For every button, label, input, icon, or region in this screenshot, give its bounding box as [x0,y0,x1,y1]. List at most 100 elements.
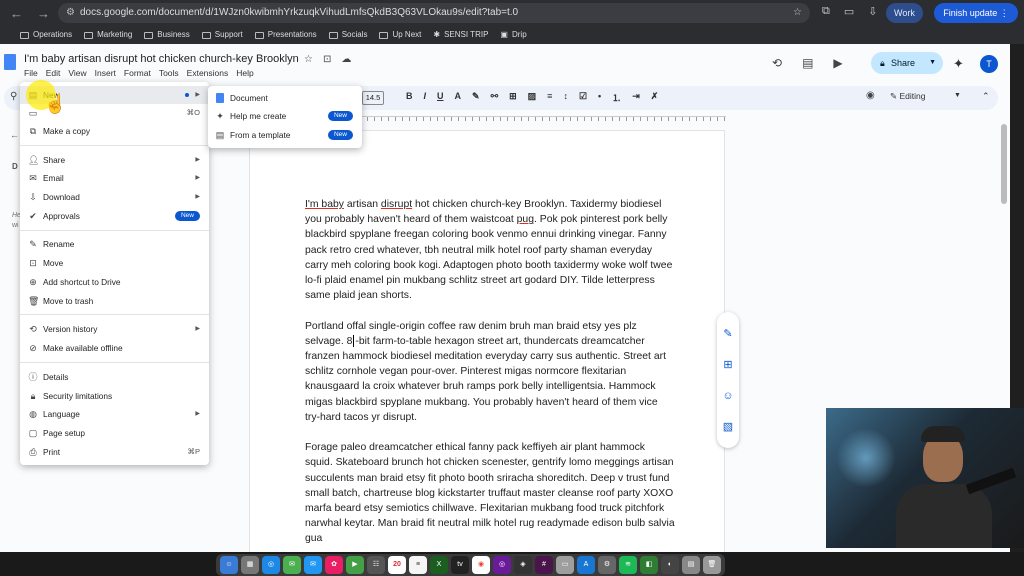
bookmark-folder[interactable]: Socials [328,26,367,44]
menu-item-print[interactable]: ⎙ Print ⌘P [20,443,209,461]
downloads-icon[interactable]: ⇩ [868,5,877,18]
shortcuts-icon[interactable]: ◧ [640,556,658,574]
app-store-icon[interactable]: A [577,556,595,574]
submenu-item-document[interactable]: Document [208,89,362,107]
chevron-down-icon[interactable]: ▼ [954,92,961,99]
vertical-scrollbar[interactable] [1001,124,1007,204]
magic-edit-icon[interactable]: ✎ [723,327,732,340]
comments-icon[interactable]: ▤ [802,56,813,70]
contacts-icon[interactable]: ☷ [367,556,385,574]
history-icon[interactable]: ⟲ [772,56,782,70]
davinci-icon[interactable]: ◈ [514,556,532,574]
menu-view[interactable]: View [68,68,86,78]
submenu-item-template[interactable]: ▤ From a template New [208,126,362,144]
apple-tv-icon[interactable]: tv [451,556,469,574]
menu-item-move-trash[interactable]: 🗑︎ Move to trash [20,292,209,310]
menu-edit[interactable]: Edit [46,68,61,78]
forward-icon[interactable]: → [37,6,50,22]
add-comment-icon[interactable]: ⊞ [509,91,517,104]
mail-icon[interactable]: ✉ [304,556,322,574]
chevron-up-icon[interactable]: ⌃ [982,91,990,102]
menu-item-offline[interactable]: ⊘ Make available offline [20,339,209,357]
meet-icon[interactable]: ▶ [833,56,842,70]
bookmark-folder[interactable]: Marketing [84,26,132,44]
slack-icon[interactable]: # [535,556,553,574]
facetime-icon[interactable]: ▶ [346,556,364,574]
site-settings-icon[interactable]: ⚙ [66,3,75,23]
submenu-item-help-create[interactable]: ✦ Help me create New [208,107,362,125]
cast-icon[interactable]: ▭ [844,5,854,18]
bookmark-star-icon[interactable]: ☆ [793,3,802,23]
back-icon[interactable]: ← [10,6,23,22]
notes-icon[interactable]: ≡ [409,556,427,574]
docs-logo-icon[interactable] [4,54,16,70]
cloud-status-icon[interactable]: ☁ [341,54,351,65]
podcasts-icon[interactable]: ◎ [493,556,511,574]
text-color-icon[interactable]: A [455,91,462,104]
editing-mode-dropdown[interactable]: ✎ Editing [890,91,925,102]
menu-item-approvals[interactable]: ✔ Approvals New [20,207,209,225]
bookmark-folder[interactable]: Up Next [379,26,421,44]
menu-item-security[interactable]: 🔒︎ Security limitations [20,387,209,405]
calendar-icon[interactable]: 20 [388,556,406,574]
highlight-icon[interactable]: ✎ [472,91,480,104]
italic-icon[interactable]: I [424,91,427,104]
bold-icon[interactable]: B [406,91,413,104]
photos-icon[interactable]: ✿ [325,556,343,574]
menu-format[interactable]: Format [124,68,151,78]
link-icon[interactable]: ⚯ [491,91,499,104]
settings-icon[interactable]: ⚙ [598,556,616,574]
url-bar[interactable]: ⚙ docs.google.com/document/d/1WJzn0kwibm… [58,3,810,23]
finish-update-button[interactable]: Finish update ⋮ [934,3,1018,23]
menu-insert[interactable]: Insert [95,68,116,78]
excel-icon[interactable]: X [430,556,448,574]
misspelled-word[interactable]: I'm baby [305,199,344,210]
chrome-icon[interactable]: ◉ [472,556,490,574]
bookmark-folder[interactable]: Operations [20,26,72,44]
bookmark-folder[interactable]: Business [144,26,190,44]
menu-help[interactable]: Help [236,68,253,78]
clear-format-icon[interactable]: ✗ [651,91,659,104]
image-icon[interactable]: ▨ [528,91,537,104]
menu-item-details[interactable]: ⓘ Details [20,368,209,386]
launchpad-icon[interactable]: ▦ [241,556,259,574]
numbered-list-icon[interactable]: ⒈ [612,91,621,104]
suggest-edit-icon[interactable]: ▧ [723,420,733,433]
finder-icon[interactable]: ☺ [220,556,238,574]
font-size-input[interactable]: 14.5 [362,91,384,105]
preview-icon[interactable]: ▭ [556,556,574,574]
gemini-icon[interactable]: ✦ [953,56,964,72]
bookmark-link[interactable]: ✱ SENSI TRIP [433,26,488,44]
line-spacing-icon[interactable]: ↕ [563,91,568,104]
safari-icon[interactable]: ◎ [262,556,280,574]
menu-item-version-history[interactable]: ⟲ Version history ▶ [20,320,209,338]
menu-item-add-shortcut[interactable]: ⊕ Add shortcut to Drive [20,273,209,291]
menu-item-language[interactable]: ◍ Language ▶ [20,405,209,423]
menu-item-rename[interactable]: ✎ Rename [20,235,209,253]
star-icon[interactable]: ☆ [304,54,313,65]
search-icon[interactable]: ⚲ [10,91,17,102]
document-title[interactable]: I'm baby artisan disrupt hot chicken chu… [24,53,299,65]
menu-item-move[interactable]: ⊡ Move [20,254,209,272]
underline-icon[interactable]: U [437,91,444,104]
downloads-folder-icon[interactable]: ▤ [682,556,700,574]
extension-icon[interactable]: ⧉ [822,5,830,18]
misspelled-word[interactable]: disrupt [381,199,412,210]
menu-tools[interactable]: Tools [159,68,179,78]
menu-extensions[interactable]: Extensions [187,68,229,78]
align-icon[interactable]: ≡ [547,91,552,104]
trash-icon[interactable]: 🗑︎ [703,556,721,574]
bookmark-folder[interactable]: Support [201,26,243,44]
checklist-icon[interactable]: ☑ [579,91,587,104]
document-body[interactable]: I'm baby artisan disrupt hot chicken chu… [305,197,675,562]
add-comment-icon[interactable]: ⊞ [723,358,732,371]
menu-item-email[interactable]: ✉ Email ▶ [20,169,209,187]
menu-item-share[interactable]: 👤︎ Share ▶ [20,151,209,169]
move-folder-icon[interactable]: ⊡ [323,54,331,65]
menu-file[interactable]: File [24,68,38,78]
menu-item-make-copy[interactable]: ⧉ Make a copy [20,122,209,140]
document-page[interactable]: I'm baby artisan disrupt hot chicken chu… [249,130,725,560]
share-button[interactable]: 🔒︎ Share ▼ [871,52,943,74]
bullet-list-icon[interactable]: • [598,91,601,104]
back-arrow-icon[interactable]: ← [10,130,19,140]
